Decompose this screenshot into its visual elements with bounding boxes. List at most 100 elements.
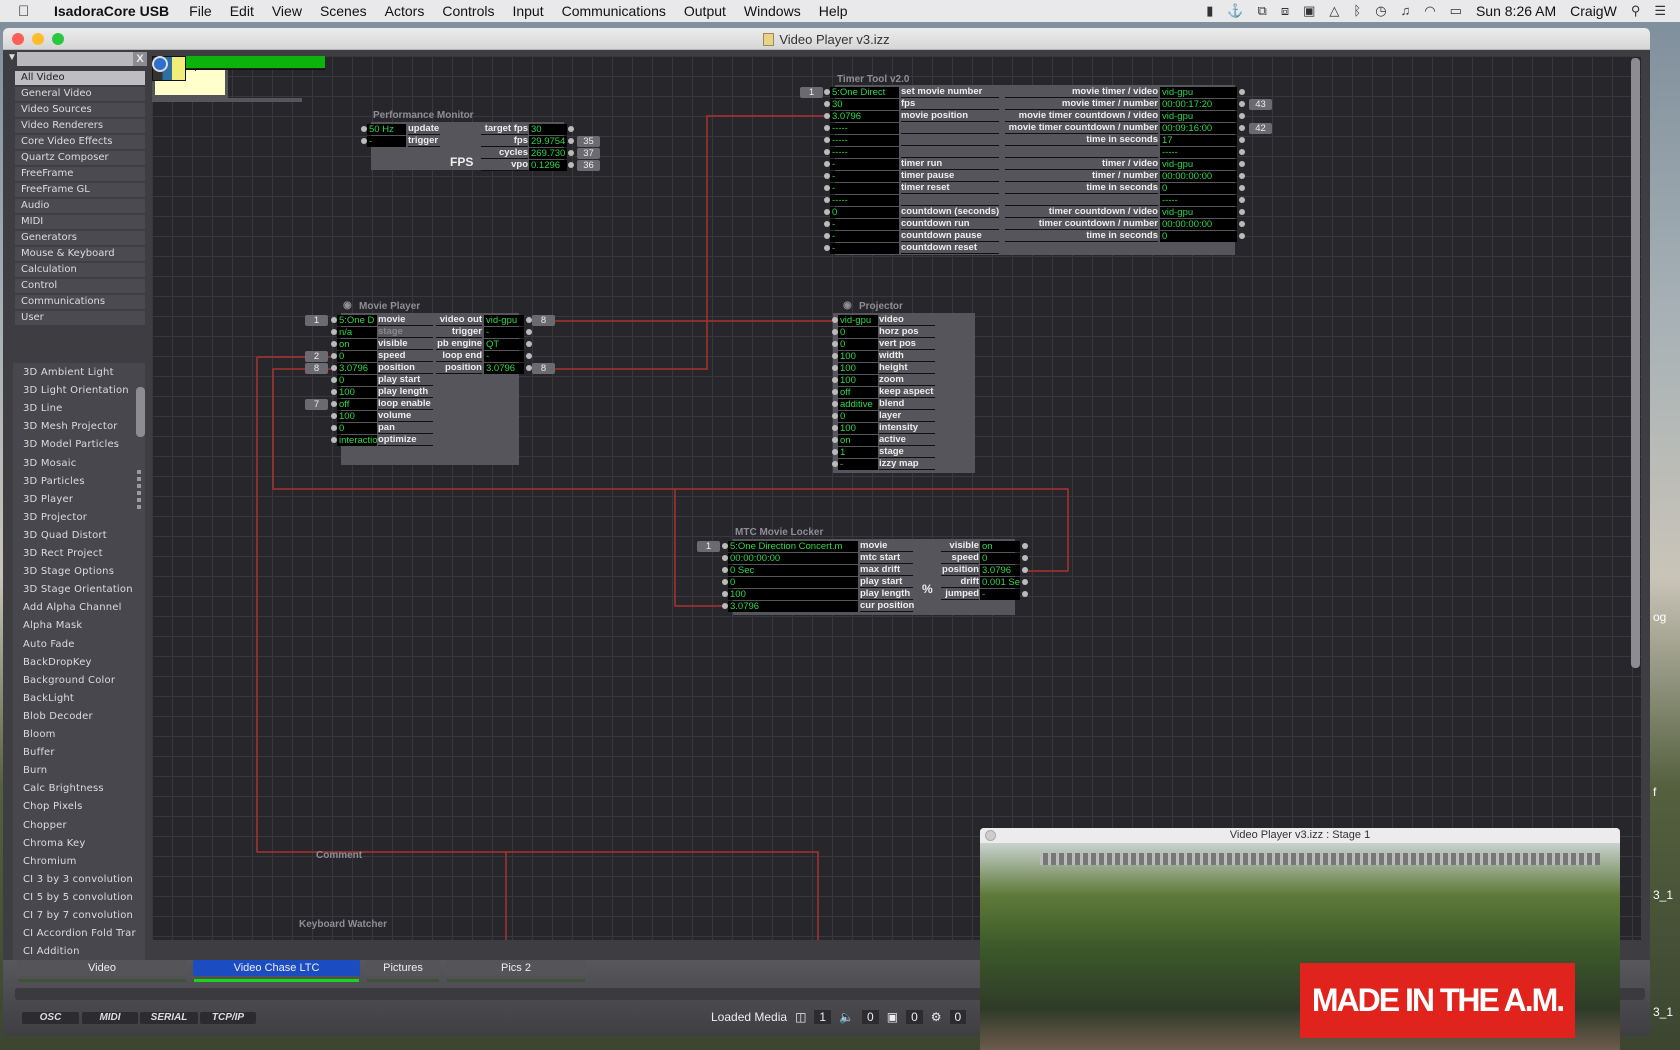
volume-icon[interactable]: ♫ <box>1401 3 1411 19</box>
actor-list-item[interactable]: Chop Pixels <box>23 801 83 812</box>
outlet-dot[interactable] <box>1239 185 1245 191</box>
input-value[interactable]: off <box>337 399 377 410</box>
input-value[interactable]: 5:One D <box>337 315 377 326</box>
outlet-dot[interactable] <box>568 150 574 156</box>
actor-list-item[interactable]: 3D Mosaic <box>23 458 76 469</box>
category-control[interactable]: Control <box>15 279 145 293</box>
menu-help[interactable]: Help <box>819 3 848 19</box>
menu-file[interactable]: File <box>189 3 212 19</box>
category-audio[interactable]: Audio <box>15 199 145 213</box>
disclosure-triangle-icon[interactable]: ▼ <box>7 52 17 63</box>
actor-list-item[interactable]: 3D Quad Distort <box>23 530 107 541</box>
input-value[interactable]: - <box>830 183 899 194</box>
actor-list-scrollbar[interactable] <box>136 387 145 437</box>
input-value[interactable]: vid-gpu <box>838 315 878 326</box>
comm-button-osc[interactable]: OSC <box>22 1012 79 1024</box>
input-value[interactable]: ----- <box>830 195 899 206</box>
user-menu[interactable]: CraigW <box>1570 3 1617 19</box>
actor-list-item[interactable]: Add Alpha Channel <box>23 602 122 613</box>
menu-scenes[interactable]: Scenes <box>320 3 367 19</box>
outlet-dot[interactable] <box>1239 209 1245 215</box>
outlet-dot[interactable] <box>1239 101 1245 107</box>
desktop-label[interactable]: 3_1 <box>1653 888 1673 902</box>
actor-list-item[interactable]: Chopper <box>23 820 67 831</box>
input-value[interactable]: - <box>830 243 899 254</box>
outlet-number-box[interactable]: 35 <box>577 136 600 147</box>
category-mouse-keyboard[interactable]: Mouse & Keyboard <box>15 247 145 261</box>
input-value[interactable]: 5:One Direction Concert.m <box>728 541 858 552</box>
desktop-label[interactable]: og <box>1653 610 1666 624</box>
actor-list-item[interactable]: 3D Mesh Projector <box>23 421 118 432</box>
outlet-number-box[interactable]: 36 <box>577 160 600 171</box>
outlet-dot[interactable] <box>1022 591 1028 597</box>
wifi-icon[interactable]: ◠ <box>1424 3 1435 19</box>
category-user[interactable]: User <box>15 311 145 325</box>
outlet-dot[interactable] <box>1239 89 1245 95</box>
actor-list-item[interactable]: 3D Player <box>23 494 73 505</box>
outlet-dot[interactable] <box>1022 567 1028 573</box>
input-value[interactable]: 0 <box>337 351 377 362</box>
actor-list-item[interactable]: Calc Brightness <box>23 783 104 794</box>
category-communications[interactable]: Communications <box>15 295 145 309</box>
airplay-icon[interactable]: △ <box>1329 3 1339 19</box>
actor-list-item[interactable]: 3D Model Particles <box>23 439 119 450</box>
input-value[interactable]: 0 <box>337 375 377 386</box>
outlet-dot[interactable] <box>1022 579 1028 585</box>
actor-list-item[interactable]: CI 5 by 5 convolution <box>23 892 133 903</box>
inlet-number-box[interactable]: 1 <box>697 541 720 552</box>
input-value[interactable]: 0 <box>728 577 858 588</box>
actor-list-item[interactable]: CI 7 by 7 convolution <box>23 910 133 921</box>
input-value[interactable]: 100 <box>337 411 377 422</box>
input-value[interactable]: 0 <box>830 207 899 218</box>
input-value[interactable]: 0 <box>337 423 377 434</box>
bluetooth-icon[interactable]: ᛒ <box>1353 3 1361 19</box>
input-value[interactable]: additive <box>838 399 878 410</box>
resize-handle[interactable] <box>137 470 141 512</box>
input-value[interactable]: 100 <box>728 589 858 600</box>
apple-menu-icon[interactable]:  <box>18 3 40 20</box>
outlet-dot[interactable] <box>1239 161 1245 167</box>
inlet-number-box[interactable]: 1 <box>305 315 328 326</box>
input-value[interactable]: interaction <box>337 435 377 446</box>
eye-icon[interactable]: ◉ <box>843 300 852 311</box>
actor-list-item[interactable]: 3D Projector <box>23 512 87 523</box>
actor-list-item[interactable]: Chroma Key <box>23 838 86 849</box>
actor-list-item[interactable]: CI Addition <box>23 946 80 957</box>
input-value[interactable]: 50 Hz <box>367 124 406 135</box>
input-value[interactable]: 3.0796 <box>830 111 899 122</box>
actor-list-item[interactable]: Burn <box>23 765 47 776</box>
input-value[interactable]: 100 <box>838 375 878 386</box>
actor-list-item[interactable]: 3D Ambient Light <box>23 367 114 378</box>
menu-output[interactable]: Output <box>684 3 726 19</box>
input-value[interactable]: on <box>838 435 878 446</box>
inlet-number-box[interactable]: 2 <box>305 351 328 362</box>
outlet-number-box[interactable]: 42 <box>1249 123 1272 134</box>
category-video-sources[interactable]: Video Sources <box>15 103 145 117</box>
spotlight-icon[interactable]: ⚲ <box>1631 3 1641 19</box>
input-value[interactable]: 0 <box>838 327 878 338</box>
input-value[interactable]: 0 <box>838 339 878 350</box>
menu-input[interactable]: Input <box>512 3 543 19</box>
eye-icon[interactable]: ◉ <box>343 300 352 311</box>
category-general-video[interactable]: General Video <box>15 87 145 101</box>
input-value[interactable]: 5:One Direct <box>830 87 899 98</box>
input-value[interactable]: 30 <box>830 99 899 110</box>
category-midi[interactable]: MIDI <box>15 215 145 229</box>
app-menu[interactable]: IsadoraCore USB <box>54 3 169 19</box>
category-freeframe-gl[interactable]: FreeFrame GL <box>15 183 145 197</box>
time-machine-icon[interactable]: ◷ <box>1375 3 1386 19</box>
stage-window[interactable]: Video Player v3.izz : Stage 1 MADE IN TH… <box>980 828 1620 1050</box>
inlet-number-box[interactable]: 7 <box>305 399 328 410</box>
comm-button-serial[interactable]: SERIAL <box>140 1012 198 1024</box>
menu-controls[interactable]: Controls <box>442 3 494 19</box>
input-value[interactable]: 100 <box>838 351 878 362</box>
outlet-dot[interactable] <box>1239 113 1245 119</box>
actor-list-item[interactable]: 3D Particles <box>23 476 85 487</box>
input-value[interactable]: - <box>830 231 899 242</box>
input-value[interactable]: - <box>830 171 899 182</box>
resize-icon[interactable]: ⧈ <box>1281 3 1289 19</box>
actor-list-item[interactable]: Alpha Mask <box>23 620 82 631</box>
input-value[interactable]: 0 <box>838 411 878 422</box>
outlet-number-box[interactable]: 37 <box>577 148 600 159</box>
input-value[interactable]: on <box>337 339 377 350</box>
